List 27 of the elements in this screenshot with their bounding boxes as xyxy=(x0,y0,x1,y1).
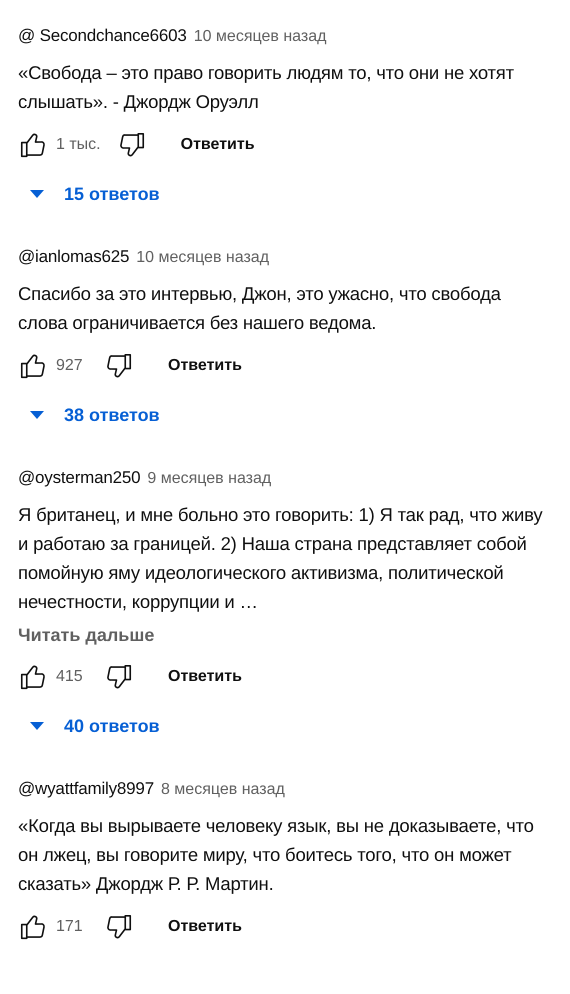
comment-author[interactable]: @ianlomas625 xyxy=(18,247,130,267)
like-count: 927 xyxy=(56,357,84,375)
comment-time: 8 месяцев назад xyxy=(160,781,285,799)
caret-icon xyxy=(30,190,44,198)
comment-time: 9 месяцев назад xyxy=(147,470,272,488)
read-more-link[interactable]: Читать дальше xyxy=(18,622,154,648)
replies-toggle[interactable]: 15 ответов xyxy=(18,174,160,214)
comment-text: Спасибо за это интервью, Джон, это ужасно, что свобода слова ограничивается без нашего ведома. xyxy=(18,282,502,335)
comment-author[interactable]: @wyattfamily8997 xyxy=(18,779,154,799)
comment-time: 10 месяцев назад xyxy=(194,28,326,46)
comment-author[interactable]: @ Secondchance6603 xyxy=(18,26,187,46)
caret-icon xyxy=(30,722,44,730)
comment-time: 10 месяцев назад xyxy=(136,249,270,267)
comment-author[interactable]: @oysterman250 xyxy=(18,468,140,488)
replies-toggle[interactable]: 40 ответов xyxy=(18,706,160,746)
replies-toggle[interactable]: 38 ответов xyxy=(18,395,160,435)
like-count: 1 тыс. xyxy=(56,136,101,154)
caret-icon xyxy=(30,411,44,419)
comment-text: «Когда вы вырываете человеку язык, вы не доказываете, что он лжец, вы говорите миру, что боитесь того, что он может сказать» Джордж Р. Р. Мартин. xyxy=(18,814,535,896)
like-count: 415 xyxy=(56,668,84,686)
reply-button[interactable]: Ответить xyxy=(168,662,242,692)
comment-text: «Свобода – это право говорить людям то, что они не хотят слышать». - Джордж Оруэлл xyxy=(18,61,515,114)
reply-button[interactable]: Ответить xyxy=(180,130,255,160)
comment-text: Я британец, и мне больно это говорить: 1) Я так рад, что живу и работаю за границей. 2) Наша страна представляет собой помойную яму идеологического активизма, политической нечестности, коррупции и … xyxy=(18,503,544,614)
like-count: 171 xyxy=(56,918,84,936)
reply-button[interactable]: Ответить xyxy=(168,351,242,381)
reply-button[interactable]: Ответить xyxy=(168,912,242,942)
